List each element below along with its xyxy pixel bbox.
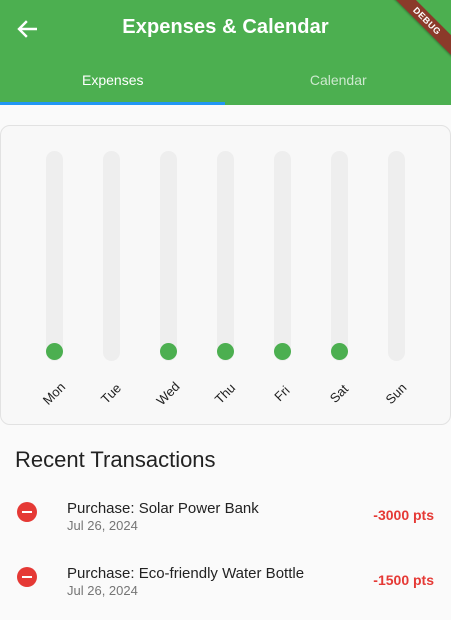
remove-circle-icon [17, 502, 37, 522]
transaction-date: Jul 26, 2024 [67, 583, 138, 598]
transaction-amount: -1500 pts [373, 572, 434, 588]
tab-bar: Expenses Calendar [0, 58, 451, 105]
transaction-title: Purchase: Eco-friendly Water Bottle [67, 565, 305, 582]
day-bar-mon[interactable] [46, 151, 63, 361]
day-label-thu: Thu [211, 380, 239, 407]
day-column-sat: Sat [319, 126, 359, 426]
transaction-title: Purchase: Solar Power Bank [67, 500, 259, 517]
day-column-fri: Fri [262, 126, 302, 426]
tab-calendar[interactable]: Calendar [226, 58, 451, 105]
day-bar-fri[interactable] [274, 151, 291, 361]
day-column-tue: Tue [91, 126, 131, 426]
weekly-expense-chart: Mon Tue Wed Thu Fri Sat Sun [0, 125, 451, 425]
entry-dot [217, 343, 234, 360]
day-bar-tue[interactable] [103, 151, 120, 361]
day-column-thu: Thu [205, 126, 245, 426]
transaction-amount: -3000 pts [373, 507, 434, 523]
app-screen: Expenses & Calendar Expenses Calendar DE… [0, 0, 451, 620]
tab-expenses[interactable]: Expenses [0, 58, 226, 105]
entry-dot [274, 343, 291, 360]
transaction-row[interactable]: Purchase: Eco-friendly Water Bottle Jul … [0, 563, 451, 615]
day-label-sat: Sat [326, 381, 352, 406]
day-label-mon: Mon [39, 379, 69, 408]
entry-dot [160, 343, 177, 360]
tab-indicator [0, 102, 225, 105]
entry-dot [331, 343, 348, 360]
day-column-sun: Sun [376, 126, 416, 426]
app-bar: Expenses & Calendar Expenses Calendar DE… [0, 0, 451, 105]
day-label-wed: Wed [153, 378, 183, 409]
transaction-row[interactable]: Purchase: Solar Power Bank Jul 26, 2024 … [0, 498, 451, 550]
day-label-tue: Tue [97, 380, 125, 407]
day-bar-thu[interactable] [217, 151, 234, 361]
recent-transactions-heading: Recent Transactions [15, 447, 216, 472]
day-bar-wed[interactable] [160, 151, 177, 361]
day-label-sun: Sun [382, 380, 410, 407]
day-label-fri: Fri [271, 382, 293, 405]
transaction-date: Jul 26, 2024 [67, 518, 138, 533]
day-bar-sun[interactable] [388, 151, 405, 361]
day-column-wed: Wed [148, 126, 188, 426]
entry-dot [46, 343, 63, 360]
day-column-mon: Mon [34, 126, 74, 426]
remove-circle-icon [17, 567, 37, 587]
page-title: Expenses & Calendar [122, 16, 329, 38]
day-bar-sat[interactable] [331, 151, 348, 361]
